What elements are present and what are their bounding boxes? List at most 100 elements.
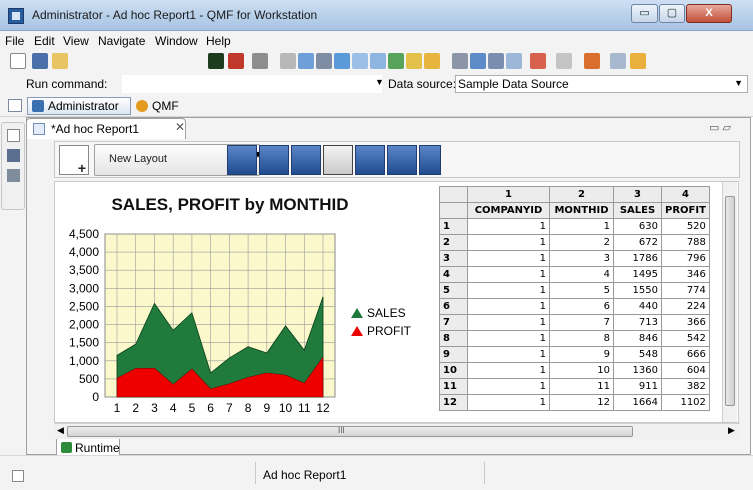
layout-chart-icon[interactable] — [291, 145, 321, 175]
table-cell[interactable]: 1 — [467, 266, 550, 283]
table-row[interactable]: 5 1 5 1550 774 — [439, 282, 710, 299]
column-header-sales[interactable]: SALES — [613, 202, 662, 219]
close-button[interactable]: X — [686, 4, 732, 23]
column-header-companyid[interactable]: COMPANYID — [467, 202, 550, 219]
table-cell[interactable]: 1 — [467, 282, 550, 299]
window-icon[interactable] — [610, 53, 626, 69]
table-cell[interactable]: 713 — [613, 314, 662, 331]
connect-icon[interactable] — [584, 53, 600, 69]
query-icon[interactable] — [280, 53, 296, 69]
row-number[interactable]: 2 — [439, 234, 468, 251]
layout-form-icon[interactable] — [227, 145, 257, 175]
table-cell[interactable]: 1 — [467, 362, 550, 379]
table-icon[interactable] — [316, 53, 332, 69]
table-cell[interactable]: 604 — [661, 362, 710, 379]
column-header-profit[interactable]: PROFIT — [661, 202, 710, 219]
row-number[interactable]: 8 — [439, 330, 468, 347]
table-cell[interactable]: 1 — [467, 250, 550, 267]
table-cell[interactable]: 12 — [549, 394, 614, 411]
gallery-icon[interactable] — [630, 53, 646, 69]
table-cell[interactable]: 1 — [467, 394, 550, 411]
open-perspective-icon[interactable] — [8, 99, 22, 112]
table-row[interactable]: 2 1 2 672 788 — [439, 234, 710, 251]
menu-navigate[interactable]: Navigate — [98, 34, 145, 48]
query2-icon[interactable] — [298, 53, 314, 69]
explorer-icon[interactable] — [7, 169, 20, 182]
table-cell[interactable]: 366 — [661, 314, 710, 331]
table-cell[interactable]: 1495 — [613, 266, 662, 283]
column-number[interactable]: 1 — [467, 186, 550, 203]
dashboard-icon[interactable] — [424, 53, 440, 69]
layout-chart2-icon[interactable] — [355, 145, 385, 175]
terminal-icon[interactable] — [208, 53, 224, 69]
row-number[interactable]: 4 — [439, 266, 468, 283]
table-cell[interactable]: 1 — [549, 218, 614, 235]
row-number[interactable]: 10 — [439, 362, 468, 379]
table-row[interactable]: 3 1 3 1786 796 — [439, 250, 710, 267]
table-row[interactable]: 11 1 11 911 382 — [439, 378, 710, 395]
edit-icon[interactable] — [252, 53, 268, 69]
repository-icon[interactable] — [7, 149, 20, 162]
open-folder-icon[interactable] — [52, 53, 68, 69]
column-header-monthid[interactable]: MONTHID — [549, 202, 614, 219]
table-cell[interactable]: 2 — [549, 234, 614, 251]
table-cell[interactable]: 630 — [613, 218, 662, 235]
close-icon[interactable]: ✕ — [175, 120, 185, 134]
table-cell[interactable]: 1 — [467, 218, 550, 235]
table-cell[interactable]: 1102 — [661, 394, 710, 411]
scroll-left-icon[interactable]: ◀ — [57, 425, 64, 436]
print-icon[interactable] — [452, 53, 468, 69]
table-cell[interactable]: 911 — [613, 378, 662, 395]
table-cell[interactable]: 542 — [661, 330, 710, 347]
table-row[interactable]: 7 1 7 713 366 — [439, 314, 710, 331]
restore-icon[interactable] — [7, 129, 20, 142]
table-row[interactable]: 6 1 6 440 224 — [439, 298, 710, 315]
status-new-icon[interactable] — [12, 470, 24, 482]
vertical-scroll-thumb[interactable] — [725, 196, 735, 406]
layout-export-icon[interactable] — [419, 145, 441, 175]
chart-icon[interactable] — [406, 53, 422, 69]
row-number[interactable]: 12 — [439, 394, 468, 411]
save-icon[interactable] — [32, 53, 48, 69]
table-cell[interactable]: 11 — [549, 378, 614, 395]
menu-help[interactable]: Help — [206, 34, 231, 48]
database-icon[interactable] — [228, 53, 244, 69]
table-cell[interactable]: 1664 — [613, 394, 662, 411]
table-cell[interactable]: 672 — [613, 234, 662, 251]
table-cell[interactable]: 224 — [661, 298, 710, 315]
table-cell[interactable]: 3 — [549, 250, 614, 267]
layout-image-icon[interactable] — [387, 145, 417, 175]
run-command-input[interactable] — [122, 75, 382, 93]
table-cell[interactable]: 1 — [467, 298, 550, 315]
table-cell[interactable]: 382 — [661, 378, 710, 395]
horizontal-scroll-thumb[interactable]: III — [67, 426, 633, 437]
table-cell[interactable]: 1 — [467, 330, 550, 347]
view-minmax-controls[interactable]: ▭ ▱ — [709, 121, 731, 134]
form-icon[interactable] — [352, 53, 368, 69]
row-number[interactable]: 11 — [439, 378, 468, 395]
table-cell[interactable]: 440 — [613, 298, 662, 315]
table-cell[interactable]: 666 — [661, 346, 710, 363]
menu-edit[interactable]: Edit — [34, 34, 55, 48]
table-cell[interactable]: 520 — [661, 218, 710, 235]
procedure-icon[interactable] — [370, 53, 386, 69]
grid-vertical-scrollbar[interactable] — [722, 182, 737, 422]
layout-form2-icon[interactable] — [259, 145, 289, 175]
table-cell[interactable]: 1 — [467, 346, 550, 363]
table-cell[interactable]: 5 — [549, 282, 614, 299]
title-bar[interactable]: Administrator - Ad hoc Report1 - QMF for… — [0, 0, 753, 31]
table-cell[interactable]: 548 — [613, 346, 662, 363]
column-number[interactable]: 2 — [549, 186, 614, 203]
scroll-right-icon[interactable]: ▶ — [728, 425, 735, 436]
column-number[interactable]: 3 — [613, 186, 662, 203]
row-number[interactable]: 5 — [439, 282, 468, 299]
table-cell[interactable]: 6 — [549, 298, 614, 315]
table-cell[interactable]: 846 — [613, 330, 662, 347]
new-icon[interactable] — [10, 53, 26, 69]
tab-ad-hoc-report1[interactable]: *Ad hoc Report1 ✕ — [26, 118, 186, 139]
row-number[interactable]: 3 — [439, 250, 468, 267]
table-cell[interactable]: 7 — [549, 314, 614, 331]
menu-window[interactable]: Window — [155, 34, 198, 48]
table-row[interactable]: 9 1 9 548 666 — [439, 346, 710, 363]
horizontal-scrollbar[interactable]: ◀ III ▶ — [55, 423, 740, 439]
